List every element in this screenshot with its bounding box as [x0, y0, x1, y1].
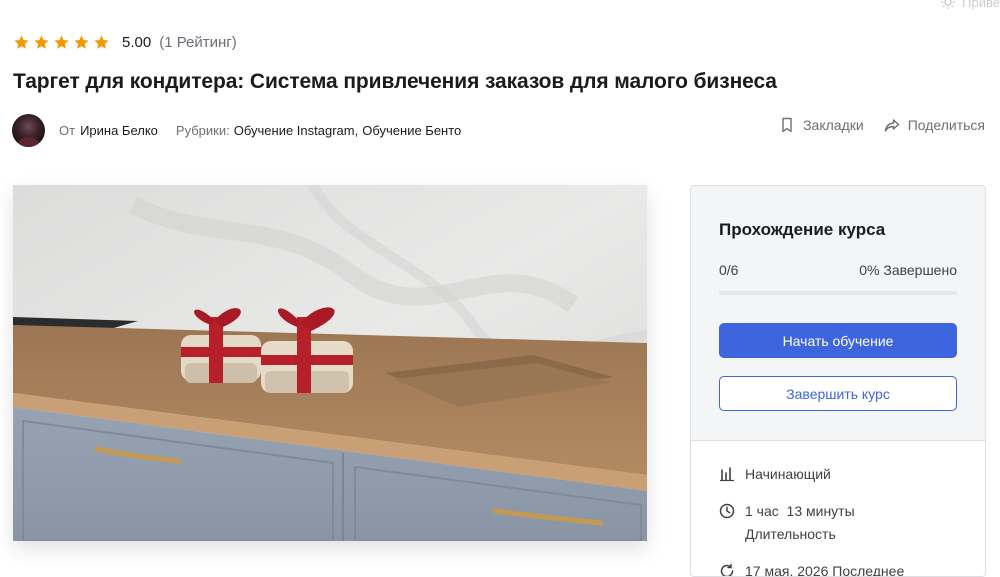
detail-duration: 1 час 13 минуты Длительность	[719, 500, 957, 546]
corner-label: Приве	[962, 0, 1000, 10]
completion-percent: 0% Завершено	[859, 262, 957, 278]
bookmark-button[interactable]: Закладки	[779, 117, 864, 133]
bookmark-icon	[782, 117, 792, 133]
star-icon	[54, 35, 69, 49]
course-title: Таргет для кондитера: Система привлечени…	[13, 70, 777, 93]
progress-section: Прохождение курса 0/6 0% Завершено Начат…	[691, 186, 985, 441]
progress-stats: 0/6 0% Завершено	[719, 262, 957, 278]
star-icon	[34, 35, 49, 49]
lessons-count: 0/6	[719, 262, 739, 278]
star-icon	[14, 35, 29, 49]
author-avatar[interactable]	[12, 113, 45, 147]
share-button[interactable]: Поделиться	[884, 117, 985, 133]
progress-bar	[719, 291, 957, 295]
top-corner-link[interactable]: Приве	[940, 0, 1000, 10]
detail-updated: 17 мая, 2026 Последнее	[719, 560, 957, 577]
level-value: Начинающий	[745, 466, 831, 482]
rating-stars	[13, 34, 110, 51]
duration-label: Длительность	[745, 526, 836, 542]
author-link[interactable]: Ирина Белко	[80, 123, 158, 138]
rating-value: 5.00	[122, 34, 152, 51]
bookmark-label: Закладки	[803, 117, 864, 133]
category-separator: ,	[354, 122, 359, 138]
clock-icon	[719, 503, 735, 519]
course-actions: Закладки Поделиться	[779, 117, 985, 133]
level-bars-icon	[720, 467, 734, 482]
settings-icon	[941, 0, 956, 9]
rating-count: (1 Рейтинг)	[159, 34, 237, 51]
duration-value: 1 час 13 минуты	[745, 503, 855, 519]
categories-label: Рубрики:	[175, 122, 230, 138]
course-thumbnail-image	[13, 185, 647, 541]
share-icon	[884, 119, 899, 132]
category-link-instagram[interactable]: Обучение Instagram	[234, 123, 355, 138]
detail-level: Начинающий	[719, 463, 957, 486]
share-label: Поделиться	[907, 117, 985, 133]
author-prefix: От	[59, 122, 76, 138]
course-thumbnail	[13, 185, 647, 541]
course-progress-card: Прохождение курса 0/6 0% Завершено Начат…	[690, 185, 986, 577]
star-icon	[74, 35, 89, 49]
refresh-icon	[720, 563, 734, 576]
course-details: Начинающий 1 час 13 минуты Длительность …	[691, 441, 985, 577]
category-link-bento[interactable]: Обучение Бенто	[362, 123, 461, 138]
course-rating: 5.00 (1 Рейтинг)	[13, 34, 237, 51]
progress-title: Прохождение курса	[719, 220, 886, 239]
updated-value: 17 мая, 2026 Последнее	[745, 563, 905, 577]
complete-course-button[interactable]: Завершить курс	[719, 376, 957, 411]
course-meta: От Ирина Белко Рубрики: Обучение Instagr…	[12, 113, 461, 147]
start-learning-button[interactable]: Начать обучение	[719, 323, 957, 358]
star-icon	[94, 35, 109, 49]
